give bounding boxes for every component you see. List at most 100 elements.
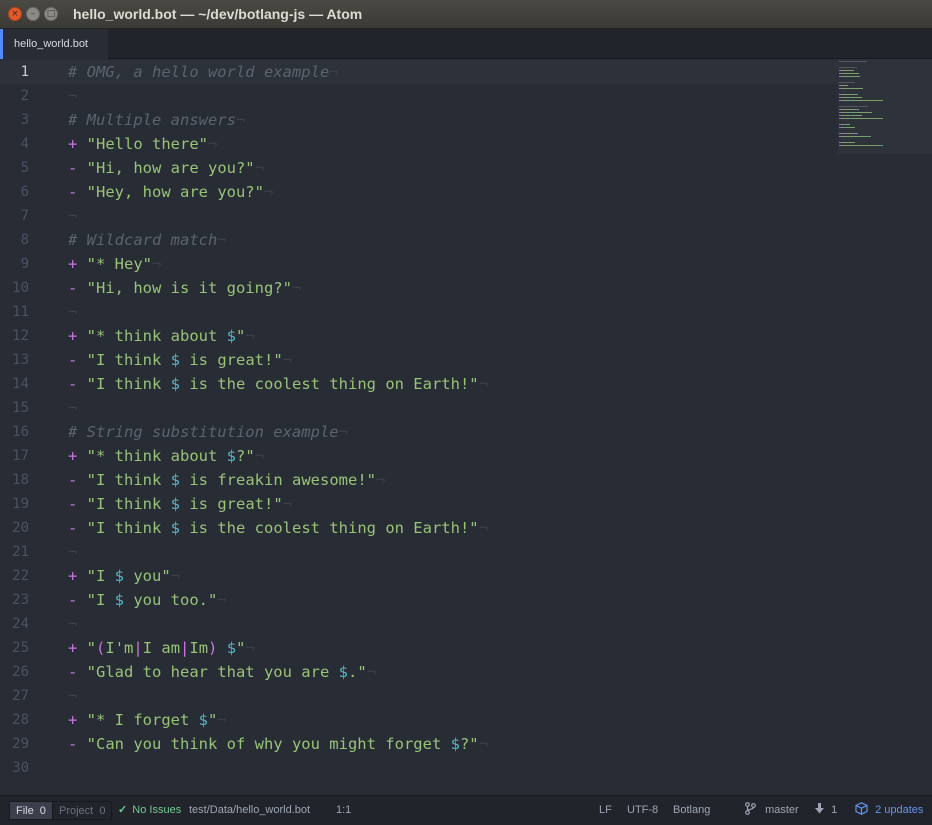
line-number[interactable]: 3: [0, 108, 29, 132]
git-pull-status[interactable]: 1: [815, 796, 837, 825]
close-window-button[interactable]: ×: [8, 7, 22, 21]
code-line[interactable]: 29 - "Can you think of why you might forg…: [0, 732, 838, 756]
line-ending-selector[interactable]: LF: [599, 796, 612, 825]
code-line[interactable]: 24 ¬: [0, 612, 838, 636]
code-line[interactable]: 19 - "I think $ is great!"¬: [0, 492, 838, 516]
end-of-line-marker: ¬: [254, 447, 265, 465]
line-number[interactable]: 28: [0, 708, 29, 732]
minimap-line: [851, 118, 883, 119]
code-line[interactable]: 2 ¬: [0, 84, 838, 108]
maximize-window-button[interactable]: □: [44, 7, 58, 21]
code-line[interactable]: 14 - "I think $ is the coolest thing on E…: [0, 372, 838, 396]
cursor-position[interactable]: 1:1: [336, 796, 351, 825]
line-number[interactable]: 26: [0, 660, 29, 684]
line-number[interactable]: 20: [0, 516, 29, 540]
line-number[interactable]: 24: [0, 612, 29, 636]
code-line[interactable]: 22 + "I $ you"¬: [0, 564, 838, 588]
line-number[interactable]: 1: [0, 60, 29, 84]
line-number[interactable]: 6: [0, 180, 29, 204]
minimap-line: [869, 136, 871, 137]
line-number[interactable]: 27: [0, 684, 29, 708]
line-number[interactable]: 30: [0, 756, 29, 780]
line-number[interactable]: 4: [0, 132, 29, 156]
line-number[interactable]: 5: [0, 156, 29, 180]
code-token: -: [68, 519, 87, 537]
code-token: $: [198, 711, 208, 729]
code-line[interactable]: 27 ¬: [0, 684, 838, 708]
line-number[interactable]: 9: [0, 252, 29, 276]
code-token: is great!": [180, 495, 283, 513]
line-number[interactable]: 7: [0, 204, 29, 228]
code-token: "I think: [86, 519, 171, 537]
file-path[interactable]: test/Data/hello_world.bot: [189, 796, 310, 825]
line-number[interactable]: 22: [0, 564, 29, 588]
line-content: ¬: [68, 300, 77, 324]
code-line[interactable]: 15 ¬: [0, 396, 838, 420]
line-number[interactable]: 15: [0, 396, 29, 420]
git-branch[interactable]: master: [745, 796, 799, 825]
line-number[interactable]: 25: [0, 636, 29, 660]
code-token: "I: [86, 591, 115, 609]
code-line[interactable]: 17 + "* think about $?"¬: [0, 444, 838, 468]
code-line[interactable]: 3 # Multiple answers¬: [0, 108, 838, 132]
line-number[interactable]: 19: [0, 492, 29, 516]
code-token: +: [68, 639, 87, 657]
code-line[interactable]: 20 - "I think $ is the coolest thing on E…: [0, 516, 838, 540]
line-number[interactable]: 16: [0, 420, 29, 444]
line-number[interactable]: 29: [0, 732, 29, 756]
code-token: you too.": [124, 591, 218, 609]
grammar-selector[interactable]: Botlang: [673, 796, 710, 825]
code-token: is the coolest thing on Earth!": [180, 375, 479, 393]
code-token: "Can you think of why you might forget: [86, 735, 451, 753]
code-line[interactable]: 28 + "* I forget $"¬: [0, 708, 838, 732]
line-number[interactable]: 10: [0, 276, 29, 300]
code-line[interactable]: 25 + "(I'm|I am|Im) $"¬: [0, 636, 838, 660]
code-line[interactable]: 10 - "Hi, how is it going?"¬: [0, 276, 838, 300]
code-line[interactable]: 30: [0, 756, 838, 780]
code-token: |: [133, 639, 143, 657]
encoding-selector[interactable]: UTF-8: [627, 796, 658, 825]
minimap[interactable]: [838, 59, 932, 154]
line-number[interactable]: 17: [0, 444, 29, 468]
code-line[interactable]: 18 - "I think $ is freakin awesome!"¬: [0, 468, 838, 492]
line-number[interactable]: 23: [0, 588, 29, 612]
line-number[interactable]: 2: [0, 84, 29, 108]
minimap-line: [851, 97, 862, 98]
line-number[interactable]: 13: [0, 348, 29, 372]
text-editor[interactable]: 1 # OMG, a hello world example¬ 2 ¬ 3 # Multi…: [0, 59, 932, 795]
code-token: you": [124, 567, 171, 585]
code-line[interactable]: 5 - "Hi, how are you?"¬: [0, 156, 838, 180]
status-file-tab[interactable]: File 0: [9, 801, 53, 820]
code-line[interactable]: 6 - "Hey, how are you?"¬: [0, 180, 838, 204]
code-line[interactable]: 8 # Wildcard match¬: [0, 228, 838, 252]
line-number[interactable]: 11: [0, 300, 29, 324]
package-updates[interactable]: 2 updates: [855, 796, 923, 825]
code-line[interactable]: 23 - "I $ you too."¬: [0, 588, 838, 612]
end-of-line-marker: ¬: [254, 159, 264, 177]
minimize-window-button[interactable]: –: [26, 7, 40, 21]
code-line[interactable]: 13 - "I think $ is great!"¬: [0, 348, 838, 372]
code-token: $: [226, 639, 237, 657]
line-number[interactable]: 18: [0, 468, 29, 492]
line-number[interactable]: 12: [0, 324, 29, 348]
line-number[interactable]: 14: [0, 372, 29, 396]
code-line[interactable]: 16 # String substitution example¬: [0, 420, 838, 444]
status-project-tab[interactable]: Project 0: [52, 801, 113, 820]
code-line[interactable]: 21 ¬: [0, 540, 838, 564]
code-line[interactable]: 9 + "* Hey"¬: [0, 252, 838, 276]
code-line[interactable]: 7 ¬: [0, 204, 838, 228]
code-line[interactable]: 1 # OMG, a hello world example¬: [0, 60, 838, 84]
line-number[interactable]: 8: [0, 228, 29, 252]
line-content: - "I think $ is the coolest thing on Ear…: [68, 372, 488, 396]
linter-status[interactable]: ✓ No Issues: [118, 796, 181, 825]
code-line[interactable]: 26 - "Glad to hear that you are $."¬: [0, 660, 838, 684]
end-of-line-marker: ¬: [291, 279, 302, 297]
tab-hello-world-bot[interactable]: hello_world.bot: [0, 29, 108, 59]
code-line[interactable]: 11 ¬: [0, 300, 838, 324]
minimap-line: [839, 61, 867, 62]
code-line[interactable]: 4 + "Hello there"¬: [0, 132, 838, 156]
line-number[interactable]: 21: [0, 540, 29, 564]
code-token: # Wildcard match: [68, 231, 218, 249]
code-line[interactable]: 12 + "* think about $"¬: [0, 324, 838, 348]
